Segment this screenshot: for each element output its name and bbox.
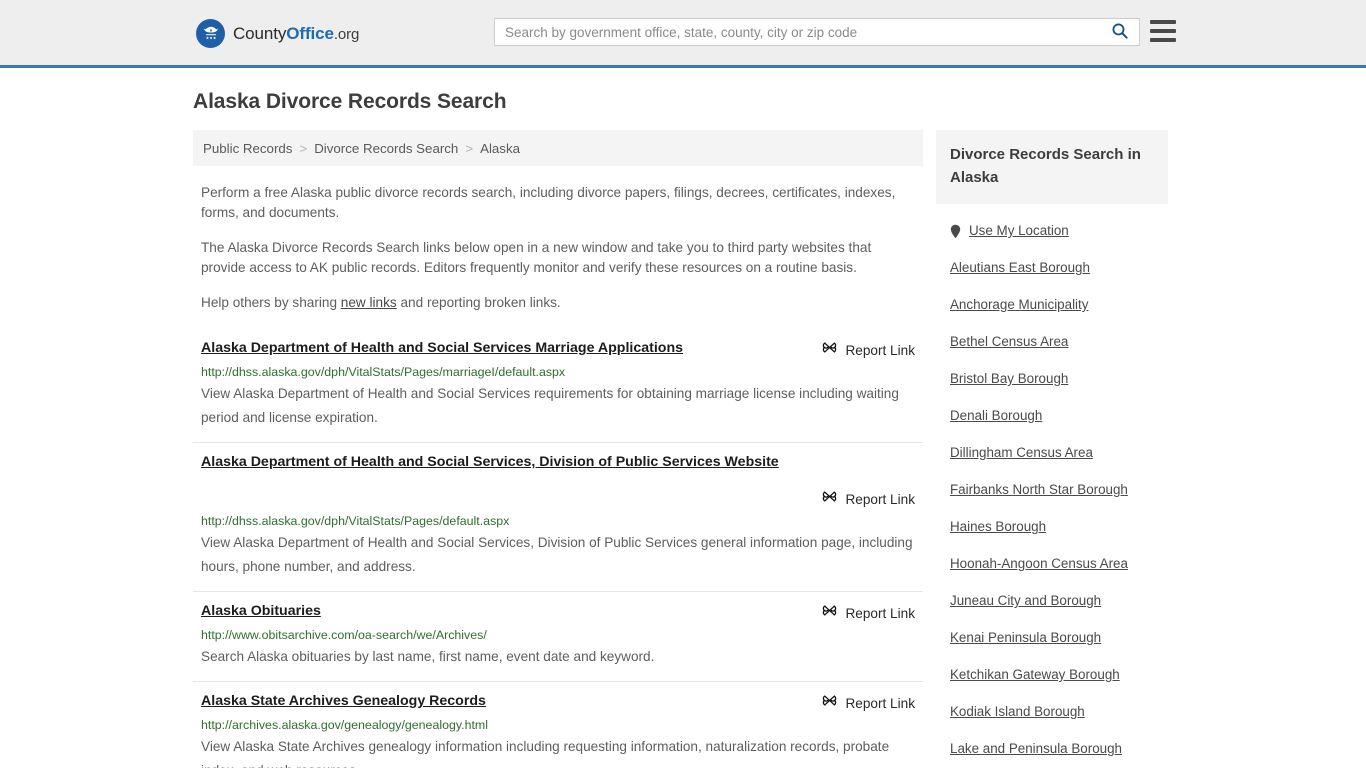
sidebar-item-county[interactable]: Kenai Peninsula Borough — [950, 619, 1154, 656]
site-logo-text: CountyOffice.org — [233, 24, 359, 44]
result-header: Alaska State Archives Genealogy Records — [201, 691, 915, 714]
sidebar-county-link[interactable]: Denali Borough — [950, 407, 1042, 425]
breadcrumb-item-alaska: Alaska — [480, 140, 520, 156]
result-title-link[interactable]: Alaska Department of Health and Social S… — [201, 338, 683, 358]
result-description: Search Alaska obituaries by last name, f… — [201, 649, 655, 664]
intro-paragraph-3: Help others by sharing new links and rep… — [193, 293, 923, 313]
sidebar-county-link[interactable]: Kodiak Island Borough — [950, 703, 1085, 721]
use-my-location-link[interactable]: Use My Location — [969, 222, 1069, 240]
broken-link-icon — [821, 602, 838, 624]
sidebar-county-link[interactable]: Haines Borough — [950, 518, 1046, 536]
result-url-link[interactable]: http://dhss.alaska.gov/dph/VitalStats/Pa… — [201, 364, 915, 381]
new-links-link[interactable]: new links — [341, 295, 397, 310]
result-header: Alaska Department of Health and Social S… — [201, 452, 915, 510]
search-input[interactable] — [495, 19, 1101, 45]
breadcrumb-item-public-records[interactable]: Public Records — [203, 141, 292, 156]
result-header: Alaska Obituaries Report Link — [201, 601, 915, 624]
sidebar-title: Divorce Records Search in Alaska — [950, 146, 1141, 186]
intro-text: Perform a free Alaska public divorce rec… — [193, 183, 923, 313]
main-content: Public Records > Divorce Records Search … — [193, 130, 923, 768]
report-link-label: Report Link — [845, 605, 915, 621]
sidebar-item-county[interactable]: Juneau City and Borough — [950, 582, 1154, 619]
sidebar-item-county[interactable]: Aleutians East Borough — [950, 249, 1154, 286]
sidebar-item-county[interactable]: Ketchikan Gateway Borough — [950, 656, 1154, 693]
result-item: Alaska Department of Health and Social S… — [193, 329, 923, 442]
broken-link-icon — [821, 488, 838, 510]
intro-p3-before: Help others by sharing — [201, 295, 341, 310]
eagle-shield-icon — [196, 19, 225, 48]
result-url-link[interactable]: http://dhss.alaska.gov/dph/VitalStats/Pa… — [201, 513, 915, 530]
result-description: View Alaska Department of Health and Soc… — [201, 386, 899, 425]
breadcrumb-item-divorce-records-search[interactable]: Divorce Records Search — [314, 141, 458, 156]
sidebar-item-county[interactable]: Lake and Peninsula Borough — [950, 730, 1154, 767]
broken-link-icon — [821, 339, 838, 361]
result-title-link[interactable]: Alaska Obituaries — [201, 601, 321, 621]
sidebar-county-link[interactable]: Hoonah-Angoon Census Area — [950, 555, 1128, 573]
sidebar-item-county[interactable]: Hoonah-Angoon Census Area — [950, 545, 1154, 582]
result-url-link[interactable]: http://archives.alaska.gov/genealogy/gen… — [201, 717, 915, 734]
sidebar-county-link[interactable]: Anchorage Municipality — [950, 296, 1088, 314]
breadcrumb: Public Records > Divorce Records Search … — [193, 130, 923, 166]
result-description: View Alaska State Archives genealogy inf… — [201, 739, 890, 768]
sidebar-county-link[interactable]: Bethel Census Area — [950, 333, 1068, 351]
sidebar-item-county[interactable]: Haines Borough — [950, 508, 1154, 545]
result-description: View Alaska Department of Health and Soc… — [201, 535, 913, 574]
sidebar-item-county[interactable]: Anchorage Municipality — [950, 286, 1154, 323]
search-bar[interactable] — [494, 18, 1140, 46]
search-icon — [1111, 22, 1129, 43]
sidebar-county-link[interactable]: Juneau City and Borough — [950, 592, 1101, 610]
hamburger-menu-icon-bar-1 — [1150, 20, 1176, 24]
sidebar-item-county[interactable]: Bristol Bay Borough — [950, 360, 1154, 397]
result-item: Alaska State Archives Genealogy Records — [193, 681, 923, 768]
logo-text-tld: .org — [333, 25, 360, 43]
map-pin-icon — [950, 224, 961, 239]
site-header: CountyOffice.org — [0, 0, 1366, 68]
result-item: Alaska Obituaries Report Link http://www… — [193, 591, 923, 681]
result-item: Alaska Department of Health and Social S… — [193, 442, 923, 591]
sidebar-list: Use My Location Aleutians East Borough A… — [936, 212, 1168, 768]
sidebar-county-link[interactable]: Ketchikan Gateway Borough — [950, 666, 1120, 684]
report-link-label: Report Link — [845, 491, 915, 507]
site-logo[interactable]: CountyOffice.org — [196, 19, 359, 48]
breadcrumb-separator-2: > — [465, 140, 474, 156]
report-link-button[interactable]: Report Link — [821, 692, 915, 714]
sidebar-county-link[interactable]: Fairbanks North Star Borough — [950, 481, 1128, 499]
sidebar-item-county[interactable]: Kodiak Island Borough — [950, 693, 1154, 730]
sidebar-county-link[interactable]: Kenai Peninsula Borough — [950, 629, 1101, 647]
report-link-button[interactable]: Report Link — [821, 602, 915, 624]
sidebar-item-county[interactable]: Fairbanks North Star Borough — [950, 471, 1154, 508]
page-body: Alaska Divorce Records Search Public Rec… — [0, 90, 1366, 768]
sidebar-county-link[interactable]: Lake and Peninsula Borough — [950, 740, 1122, 758]
logo-text-county: County — [233, 23, 287, 43]
results-list: Alaska Department of Health and Social S… — [193, 329, 923, 768]
hamburger-menu-icon-bar-2 — [1150, 29, 1176, 33]
sidebar-header: Divorce Records Search in Alaska — [936, 130, 1168, 204]
page-title: Alaska Divorce Records Search — [193, 90, 507, 113]
result-url-link[interactable]: http://www.obitsarchive.com/oa-search/we… — [201, 627, 915, 644]
broken-link-icon — [821, 692, 838, 714]
sidebar-item-county[interactable]: Denali Borough — [950, 397, 1154, 434]
intro-paragraph-1: Perform a free Alaska public divorce rec… — [201, 185, 896, 220]
hamburger-menu-icon-bar-3 — [1150, 38, 1176, 42]
result-title-link[interactable]: Alaska Department of Health and Social S… — [201, 454, 779, 470]
sidebar-item-use-my-location[interactable]: Use My Location — [950, 212, 1154, 249]
report-link-button[interactable]: Report Link — [821, 339, 915, 361]
report-link-button[interactable]: Report Link — [821, 488, 915, 510]
result-title-link[interactable]: Alaska State Archives Genealogy Records — [201, 691, 486, 711]
breadcrumb-separator-1: > — [299, 140, 308, 156]
intro-p3-after: and reporting broken links. — [396, 295, 561, 310]
sidebar: Divorce Records Search in Alaska Use My … — [936, 130, 1168, 768]
sidebar-item-county[interactable]: Bethel Census Area — [950, 323, 1154, 360]
search-button[interactable] — [1101, 19, 1139, 45]
result-header: Alaska Department of Health and Social S… — [201, 338, 915, 361]
sidebar-county-link[interactable]: Dillingham Census Area — [950, 444, 1093, 462]
sidebar-item-county[interactable]: Dillingham Census Area — [950, 434, 1154, 471]
sidebar-county-link[interactable]: Aleutians East Borough — [950, 259, 1090, 277]
logo-text-office: Office — [286, 23, 334, 43]
hamburger-menu-button[interactable] — [1150, 20, 1176, 42]
report-link-label: Report Link — [845, 695, 915, 711]
report-link-label: Report Link — [845, 342, 915, 358]
intro-paragraph-2: The Alaska Divorce Records Search links … — [201, 240, 872, 275]
sidebar-county-link[interactable]: Bristol Bay Borough — [950, 370, 1068, 388]
